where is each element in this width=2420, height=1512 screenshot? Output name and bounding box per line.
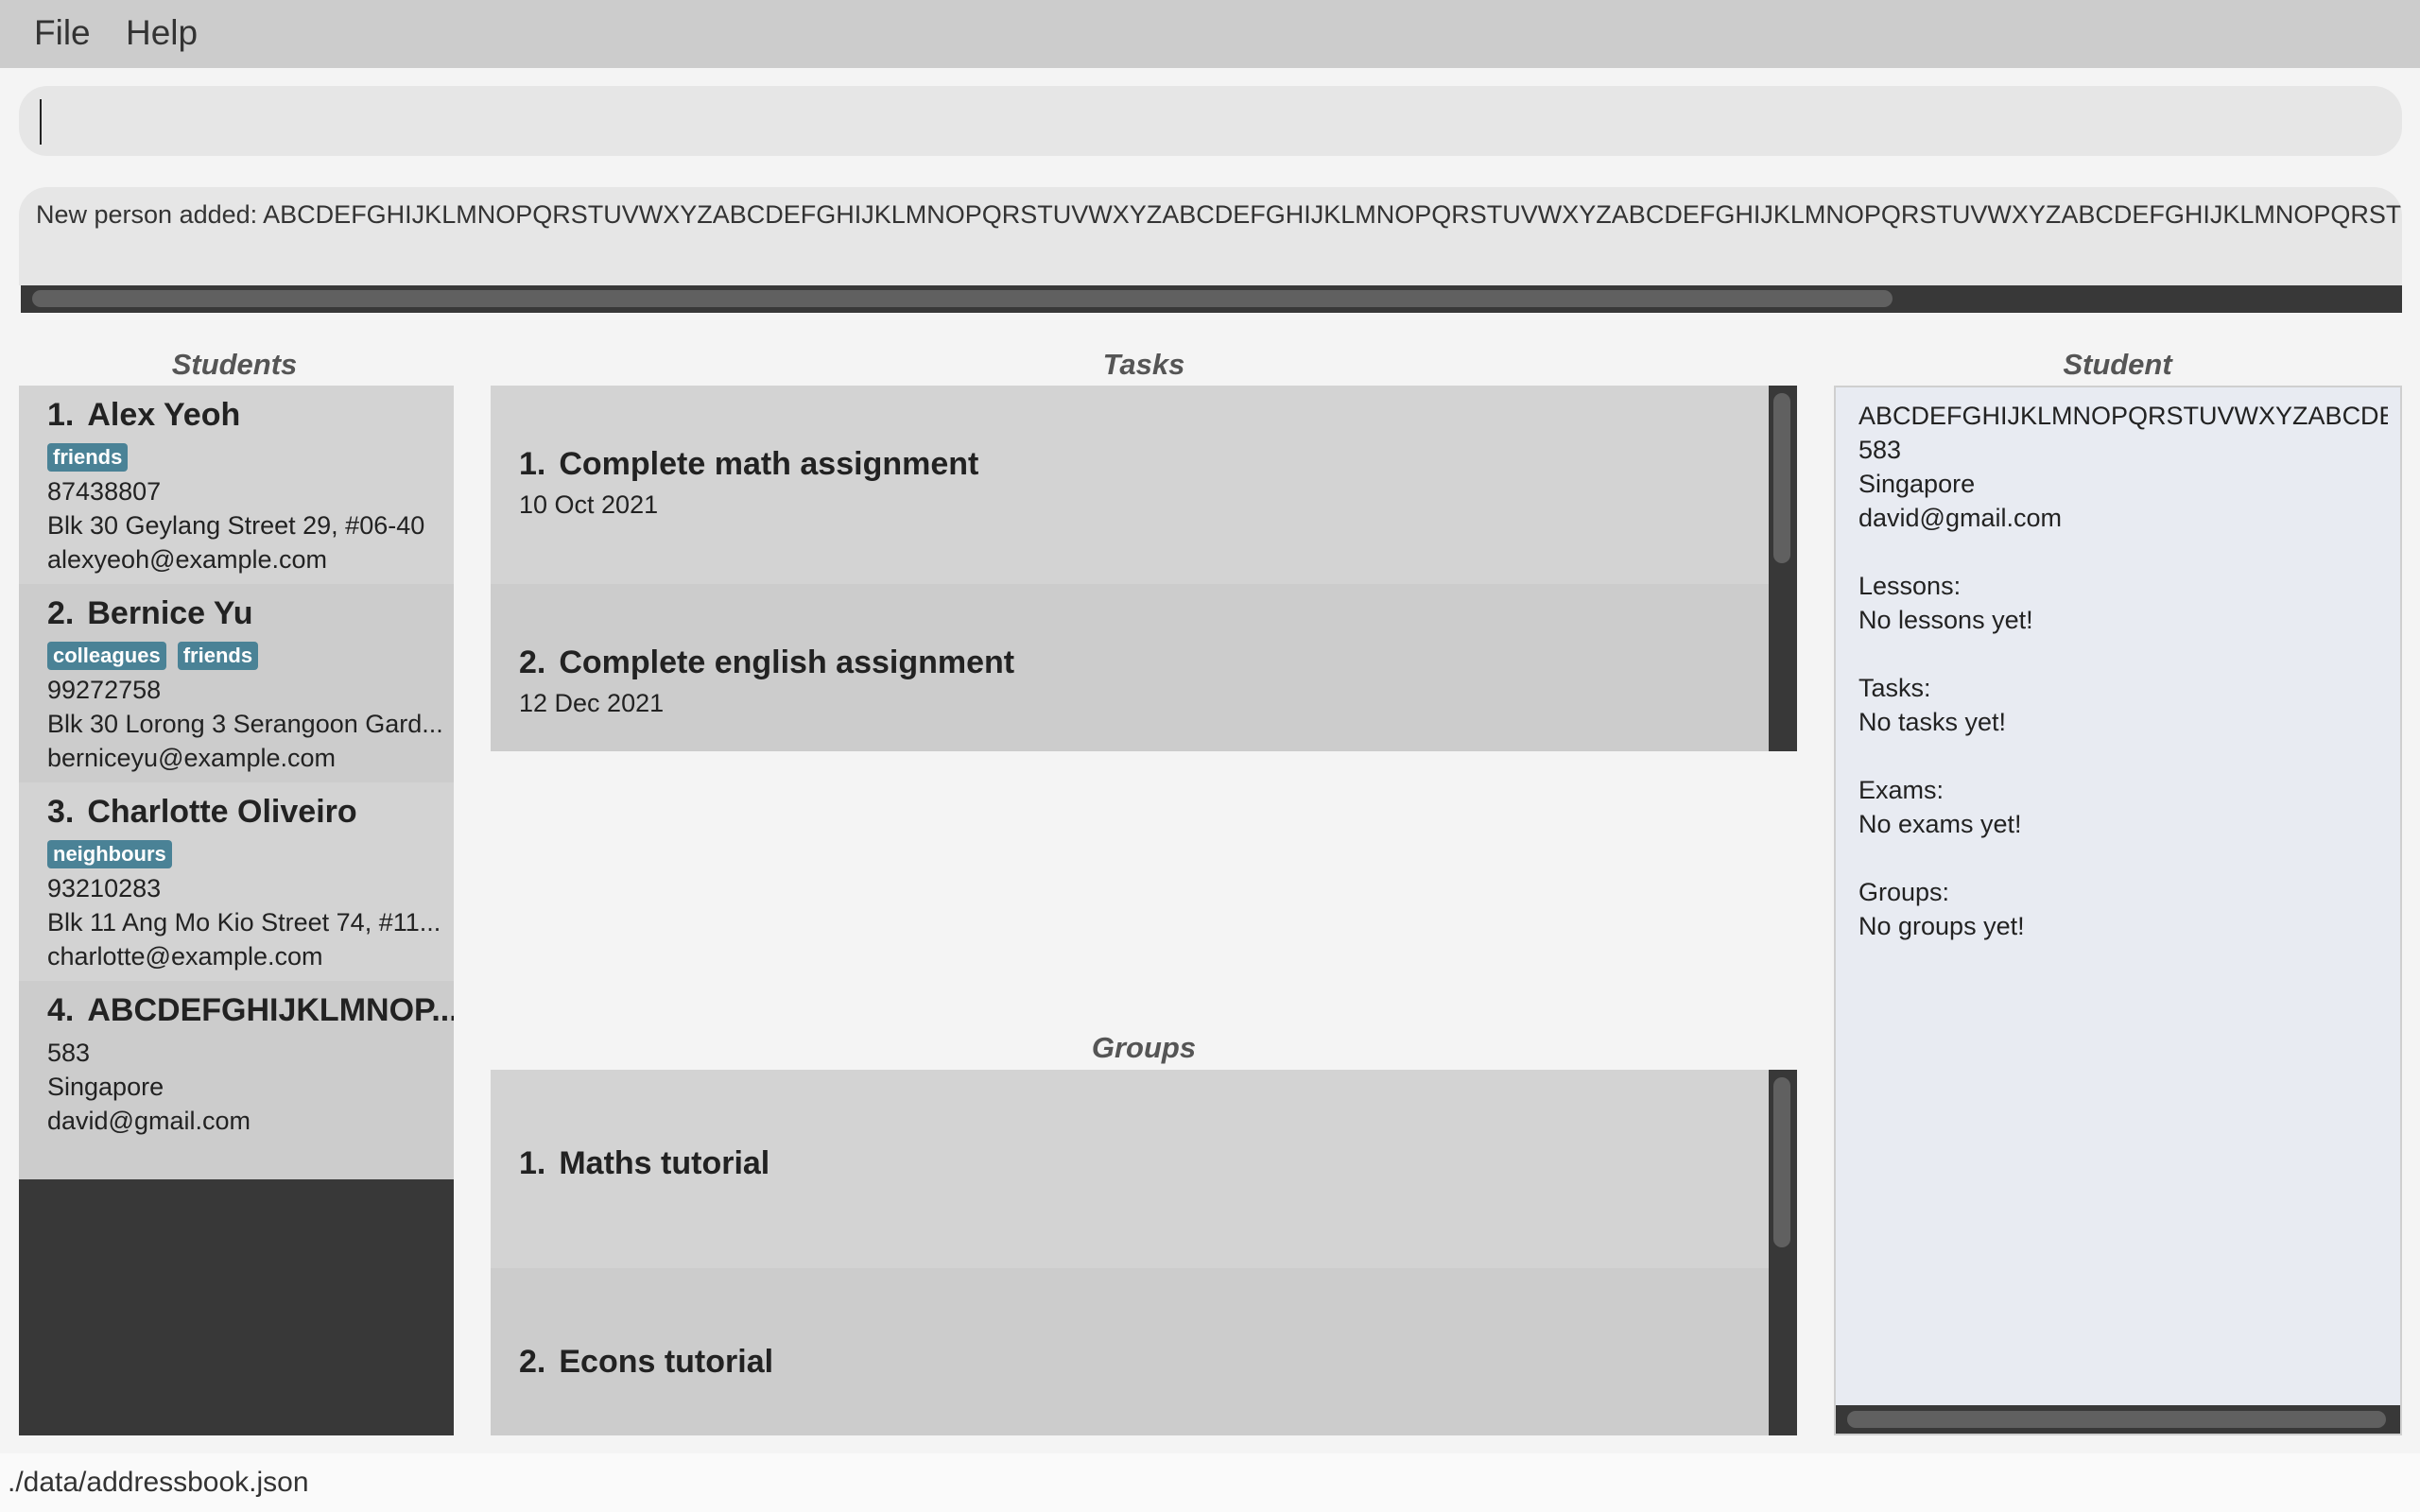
student-card[interactable]: 3. Charlotte Oliveiro neighbours 93210283 Bl… xyxy=(19,782,454,981)
student-name-text: Alex Yeoh xyxy=(87,397,241,433)
list-item[interactable]: 2. Complete english assignment 12 Dec 2021 xyxy=(491,584,1769,751)
student-address: Blk 30 Lorong 3 Serangoon Gard... xyxy=(47,710,443,738)
status-bar-path: ./data/addressbook.json xyxy=(0,1453,2420,1512)
student-name: 2. Bernice Yu xyxy=(47,595,454,639)
menu-help[interactable]: Help xyxy=(126,13,198,53)
exams-label: Exams: xyxy=(1858,776,1945,804)
student-card[interactable]: 2. Bernice Yu colleagues friends 99272758 Blk… xyxy=(19,584,454,782)
student-name: 3. Charlotte Oliveiro xyxy=(47,794,454,837)
tasks-label: Tasks: xyxy=(1858,674,1931,702)
student-name-text: Charlotte Oliveiro xyxy=(87,794,357,830)
student-name-text: Bernice Yu xyxy=(87,595,253,631)
group-title-text: Econs tutorial xyxy=(559,1344,774,1380)
detail-horizontal-scrollbar[interactable] xyxy=(1836,1405,2400,1434)
student-email: alexyeoh@example.com xyxy=(47,545,328,574)
tag-badge: neighbours xyxy=(47,840,172,868)
student-email: berniceyu@example.com xyxy=(47,744,337,772)
menu-file[interactable]: File xyxy=(34,13,91,53)
tasks-header: Tasks xyxy=(1102,348,1185,381)
student-index: 1. xyxy=(47,397,75,433)
task-index: 1. xyxy=(519,446,546,482)
group-title: 1. Maths tutorial xyxy=(519,1145,1769,1182)
tag-list: neighbours xyxy=(47,837,454,871)
task-index: 2. xyxy=(519,644,546,680)
student-header: Student xyxy=(2063,348,2172,381)
student-card[interactable]: 1. Alex Yeoh friends 87438807 Blk 30 Geylang… xyxy=(19,386,454,584)
groups-header: Groups xyxy=(1091,1031,1197,1064)
task-date: 12 Dec 2021 xyxy=(519,689,665,717)
lessons-label: Lessons: xyxy=(1858,572,1962,600)
group-scrollbar-thumb[interactable] xyxy=(1773,1077,1790,1247)
group-title: 2. Econs tutorial xyxy=(519,1344,1769,1381)
detail-address: Singapore xyxy=(1858,470,1976,498)
exams-value: No exams yet! xyxy=(1858,810,2022,838)
student-phone: 87438807 xyxy=(47,477,162,506)
result-display: New person added: ABCDEFGHIJKLMNOPQRSTUV… xyxy=(19,187,2402,285)
list-item[interactable]: 2. Econs tutorial xyxy=(491,1268,1769,1435)
task-title-text: Complete english assignment xyxy=(559,644,1015,680)
student-name: 4. ABCDEFGHIJKLMNOP... xyxy=(47,992,454,1036)
student-card[interactable]: 4. ABCDEFGHIJKLMNOP... 583 Singapore david@g… xyxy=(19,981,454,1179)
student-name: 1. Alex Yeoh xyxy=(47,397,454,440)
student-address: Blk 30 Geylang Street 29, #06-40 xyxy=(47,511,425,540)
lessons-value: No lessons yet! xyxy=(1858,606,2033,634)
student-phone: 99272758 xyxy=(47,676,162,704)
task-list: 1. Complete math assignment 10 Oct 2021 2. C… xyxy=(491,386,1797,751)
group-list: 1. Maths tutorial 2. Econs tutorial xyxy=(491,1070,1797,1435)
tag-list: colleagues friends xyxy=(47,639,454,673)
list-item[interactable]: 1. Complete math assignment 10 Oct 2021 xyxy=(491,386,1769,584)
student-phone: 583 xyxy=(47,1039,91,1067)
tag-badge: colleagues xyxy=(47,642,166,670)
task-title: 1. Complete math assignment xyxy=(519,446,1769,483)
student-address: Blk 11 Ang Mo Kio Street 74, #11... xyxy=(47,908,441,936)
tasks-value: No tasks yet! xyxy=(1858,708,2007,736)
group-index: 1. xyxy=(519,1145,546,1181)
task-scrollbar-thumb[interactable] xyxy=(1773,393,1790,563)
student-phone: 93210283 xyxy=(47,874,162,902)
students-header: Students xyxy=(171,348,298,381)
groups-label: Groups: xyxy=(1858,878,1950,906)
detail-phone: 583 xyxy=(1858,436,1902,464)
scrollbar-thumb[interactable] xyxy=(32,290,1893,307)
group-title-text: Maths tutorial xyxy=(559,1145,770,1181)
scrollbar-thumb[interactable] xyxy=(1847,1411,2386,1428)
student-email: charlotte@example.com xyxy=(47,942,323,971)
groups-value: No groups yet! xyxy=(1858,912,2025,940)
student-list: 1. Alex Yeoh friends 87438807 Blk 30 Geylang… xyxy=(19,386,454,1435)
task-title-text: Complete math assignment xyxy=(559,446,979,482)
student-index: 3. xyxy=(47,794,75,830)
tag-badge: friends xyxy=(177,642,259,670)
detail-email: david@gmail.com xyxy=(1858,504,2062,532)
tag-list: friends xyxy=(47,440,454,474)
menu-bar: File Help xyxy=(0,0,2420,68)
student-address: Singapore xyxy=(47,1073,164,1101)
task-date: 10 Oct 2021 xyxy=(519,490,659,519)
task-title: 2. Complete english assignment xyxy=(519,644,1769,681)
group-index: 2. xyxy=(519,1344,546,1380)
tag-badge: friends xyxy=(47,443,129,472)
detail-name: ABCDEFGHIJKLMNOPQRSTUVWXYZABCDEFG... xyxy=(1858,402,2388,430)
command-input[interactable] xyxy=(19,86,2402,156)
student-index: 2. xyxy=(47,595,75,631)
result-horizontal-scrollbar[interactable] xyxy=(21,285,2402,313)
list-item[interactable]: 1. Maths tutorial xyxy=(491,1070,1769,1268)
student-name-text: ABCDEFGHIJKLMNOP... xyxy=(87,992,454,1028)
text-caret xyxy=(40,99,42,145)
student-detail-panel: ABCDEFGHIJKLMNOPQRSTUVWXYZABCDEFG... 583… xyxy=(1834,386,2402,1435)
student-index: 4. xyxy=(47,992,75,1028)
student-email: david@gmail.com xyxy=(47,1107,251,1135)
